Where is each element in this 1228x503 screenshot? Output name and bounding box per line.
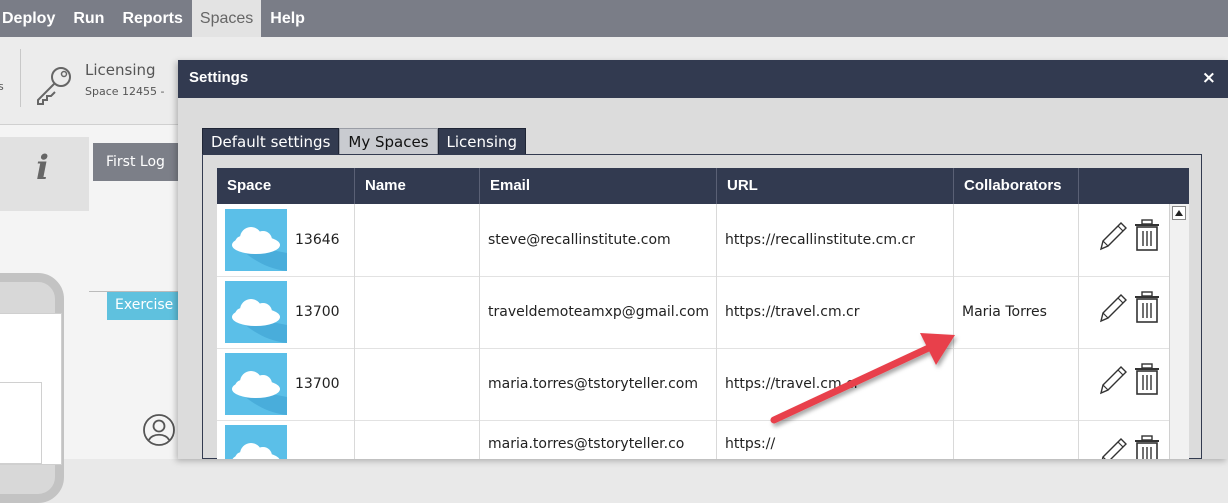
phone-inner-box — [0, 382, 42, 464]
menu-spaces[interactable]: Spaces — [191, 0, 262, 37]
person-icon[interactable] — [142, 413, 176, 447]
pencil-icon[interactable] — [1097, 434, 1129, 459]
trash-icon[interactable] — [1133, 290, 1161, 324]
pencil-icon[interactable] — [1097, 362, 1129, 396]
dialog-titlebar: Settings × — [178, 60, 1228, 98]
settings-tabs: Default settings My Spaces Licensing — [202, 128, 527, 155]
email-text: traveldemoteamxp@gmail.com — [488, 304, 710, 320]
cloud-icon — [225, 353, 287, 415]
tab-licensing[interactable]: Licensing — [437, 128, 527, 155]
url-text: https://recallinstitute.cm.cr — [725, 232, 915, 248]
email-cell: traveldemoteamxp@gmail.com — [480, 276, 717, 348]
row-actions — [1085, 218, 1169, 262]
menu-bar: Deploy Run Reports Spaces Help — [0, 0, 1228, 37]
col-collaborators[interactable]: Collaborators — [954, 168, 1079, 204]
space-id: 13700 — [295, 376, 340, 392]
url-text: https:// — [725, 436, 776, 452]
table-row[interactable]: 13646 steve@recallinstitute.com https://… — [217, 204, 1169, 277]
menu-reports[interactable]: Reports — [113, 0, 191, 37]
toolbar-separator — [20, 49, 21, 107]
pencil-icon[interactable] — [1097, 218, 1129, 252]
info-icon[interactable]: i — [36, 148, 49, 188]
col-actions — [1079, 168, 1189, 204]
spaces-table: 13646 steve@recallinstitute.com https://… — [217, 204, 1169, 459]
name-cell — [355, 204, 480, 276]
trash-icon[interactable] — [1133, 434, 1161, 459]
space-id: 13700 — [295, 304, 340, 320]
cloud-icon — [225, 209, 287, 271]
email-cell: maria.torres@tstoryteller.com — [480, 348, 717, 420]
col-name[interactable]: Name — [355, 168, 480, 204]
collaborators-text: Maria Torres — [962, 304, 1047, 320]
name-cell — [355, 420, 480, 459]
col-space[interactable]: Space — [217, 168, 355, 204]
table-row[interactable]: maria.torres@tstoryteller.co https:// — [217, 420, 1169, 459]
menu-run[interactable]: Run — [64, 0, 113, 37]
cloud-icon — [225, 281, 287, 343]
tab-my-spaces[interactable]: My Spaces — [339, 128, 438, 155]
menu-help[interactable]: Help — [261, 0, 314, 37]
space-cell: 13700 — [217, 276, 355, 348]
row-actions — [1085, 362, 1169, 406]
table-row[interactable]: 13700 maria.torres@tstoryteller.com http… — [217, 348, 1169, 421]
url-text: https://travel.cm.cr — [725, 304, 860, 320]
name-cell — [355, 276, 480, 348]
licensing-title[interactable]: Licensing — [85, 61, 156, 79]
email-cell: maria.torres@tstoryteller.co — [480, 420, 717, 459]
col-email[interactable]: Email — [480, 168, 717, 204]
key-icon[interactable] — [34, 64, 76, 106]
space-id: 13646 — [295, 232, 340, 248]
annotation-arrow — [770, 333, 955, 424]
table-header: Space Name Email URL Collaborators — [217, 168, 1189, 204]
email-cell: steve@recallinstitute.com — [480, 204, 717, 276]
toolbar-cut-label: s — [0, 80, 4, 93]
col-url[interactable]: URL — [717, 168, 954, 204]
tab-default-settings[interactable]: Default settings — [202, 128, 340, 155]
licensing-subtitle: Space 12455 - — [85, 85, 165, 98]
space-cell: 13646 — [217, 204, 355, 276]
space-cell — [217, 420, 355, 459]
row-actions — [1085, 434, 1169, 459]
email-text: steve@recallinstitute.com — [488, 232, 671, 248]
row-actions — [1085, 290, 1169, 334]
settings-dialog: Settings × Default settings My Spaces Li… — [178, 60, 1228, 459]
dialog-title: Settings — [189, 69, 249, 86]
table-row[interactable]: 13700 traveldemoteamxp@gmail.com https:/… — [217, 276, 1169, 349]
name-cell — [355, 348, 480, 420]
pencil-icon[interactable] — [1097, 290, 1129, 324]
space-cell: 13700 — [217, 348, 355, 420]
collaborators-cell — [954, 204, 1079, 276]
email-text: maria.torres@tstoryteller.co — [488, 436, 685, 452]
vertical-scrollbar[interactable] — [1169, 204, 1189, 459]
menu-deploy[interactable]: Deploy — [0, 0, 64, 37]
url-cell: https://recallinstitute.cm.cr — [717, 204, 954, 276]
email-text: maria.torres@tstoryteller.com — [488, 376, 699, 392]
trash-icon[interactable] — [1133, 362, 1161, 396]
scroll-up-button[interactable] — [1172, 206, 1186, 220]
trash-icon[interactable] — [1133, 218, 1161, 252]
close-icon[interactable]: × — [1202, 68, 1216, 88]
cloud-icon — [225, 425, 287, 459]
